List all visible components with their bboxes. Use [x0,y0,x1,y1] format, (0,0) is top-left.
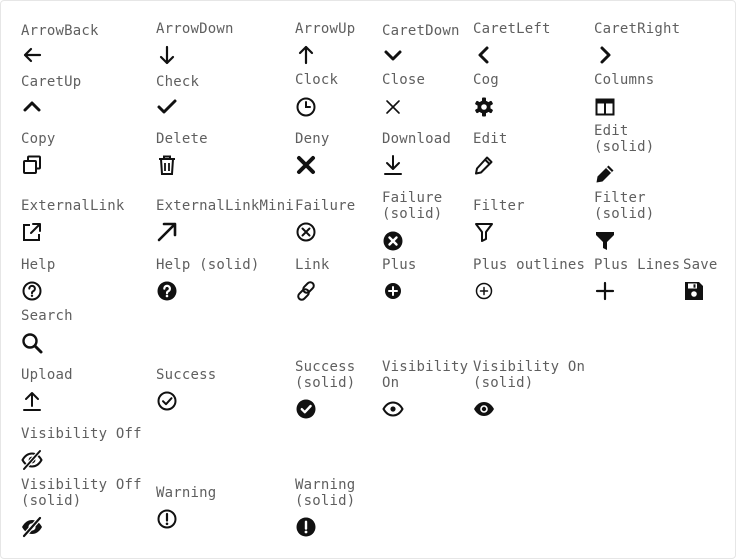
icon-label: ArrowBack [21,23,99,39]
icon-label: Columns [594,72,655,88]
icon-label: Cog [473,72,499,88]
icon-label: Plus outlines [473,257,586,273]
plus-lines-icon [594,280,616,302]
arrow-down-icon [156,44,178,66]
visibility-off-icon [21,449,43,471]
visibility-on-solid-icon [473,398,495,420]
icon-label: Edit [473,131,508,147]
failure-solid-icon [382,230,404,252]
icon-label: Plus Lines [594,257,681,273]
icon-label: Success (solid) [295,359,356,391]
close-icon [382,96,404,118]
icon-label: Visibility Off [21,426,142,442]
copy-icon [21,154,43,176]
warning-solid-icon [295,516,317,538]
deny-icon [295,154,317,176]
icon-label: Check [156,74,200,90]
icon-label: Edit (solid) [594,123,655,155]
icon-label: Upload [21,367,73,383]
icon-label: Link [295,257,330,273]
icon-label: CaretRight [594,21,681,37]
icon-label: CaretUp [21,74,82,90]
icon-label: Warning [156,485,217,501]
icon-label: Failure (solid) [382,190,443,222]
external-link-mini-icon [156,221,178,243]
icon-label: CaretDown [382,23,460,39]
upload-icon [21,390,43,412]
download-icon [382,154,404,176]
search-icon [21,332,43,354]
save-icon [683,280,705,302]
icon-label: CaretLeft [473,21,551,37]
caret-left-icon [473,44,495,66]
link-icon [295,280,317,302]
icon-label: ExternalLinkMini [156,198,295,214]
arrow-back-icon [21,44,43,66]
icon-label: Plus [382,257,417,273]
arrow-up-icon [295,44,317,66]
clock-icon [295,96,317,118]
icon-label: Copy [21,131,56,147]
edit-icon [473,154,495,176]
check-icon [156,96,178,118]
icon-label: ArrowUp [295,21,356,37]
failure-icon [295,221,317,243]
icon-label: Help [21,257,56,273]
icon-label: ArrowDown [156,21,234,37]
success-solid-icon [295,398,317,420]
caret-down-icon [382,44,404,66]
visibility-off-solid-icon [21,516,43,538]
caret-up-icon [21,96,43,118]
icon-label: Save [683,257,718,273]
cog-icon [473,96,495,118]
icon-label: Download [382,131,452,147]
success-icon [156,390,178,412]
icon-gallery: ArrowBack ArrowDown ArrowUp CaretDown CaretL… [0,0,736,559]
icon-label: Success [156,367,217,383]
icon-label: Warning (solid) [295,477,356,509]
icon-label: Visibility On (solid) [473,359,586,391]
icon-label: Visibility Off (solid) [21,477,142,509]
icon-label: ExternalLink [21,198,125,214]
edit-solid-icon [594,163,616,185]
icon-label: Filter [473,198,525,214]
icon-label: Close [382,72,426,88]
caret-right-icon [594,44,616,66]
icon-label: Visibility On [382,359,469,391]
help-solid-icon [156,280,178,302]
icon-label: Deny [295,131,330,147]
icon-label: Failure [295,198,356,214]
warning-icon [156,508,178,530]
filter-icon [473,221,495,243]
plus-outline-icon [473,280,495,302]
icon-label: Filter (solid) [594,190,655,222]
visibility-on-icon [382,398,404,420]
icon-label: Help (solid) [156,257,260,273]
icon-label: Delete [156,131,208,147]
columns-icon [594,96,616,118]
delete-icon [156,154,178,176]
plus-icon [382,280,404,302]
external-link-icon [21,221,43,243]
icon-label: Clock [295,72,339,88]
filter-solid-icon [594,230,616,252]
icon-label: Search [21,308,73,324]
help-icon [21,280,43,302]
